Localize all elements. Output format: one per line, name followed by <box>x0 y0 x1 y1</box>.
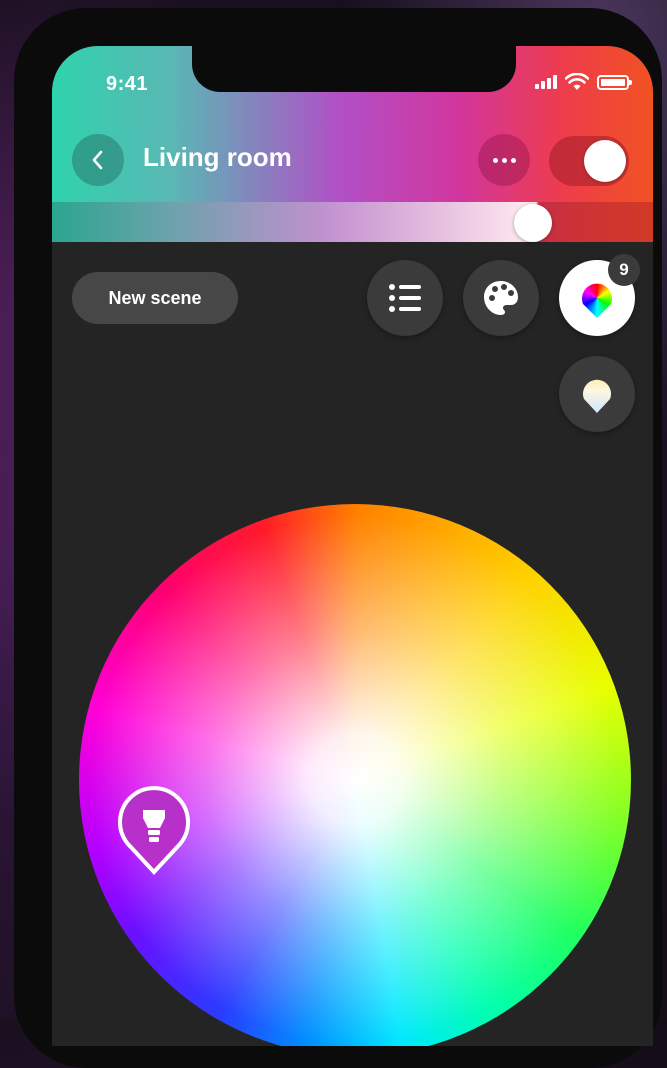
back-button[interactable] <box>72 134 124 186</box>
list-icon <box>389 284 421 312</box>
light-marker[interactable] <box>116 784 192 876</box>
app-screen: 9:41 Living room New scene 9 <box>52 46 653 1046</box>
more-dot-icon <box>501 157 507 163</box>
chevron-left-icon <box>92 150 103 170</box>
white-ambiance-button[interactable] <box>559 356 635 432</box>
phone-frame: 9:41 Living room New scene 9 <box>14 8 662 1068</box>
more-dot-icon <box>492 157 498 163</box>
more-options-button[interactable] <box>478 134 530 186</box>
battery-icon <box>597 74 632 90</box>
status-icons <box>535 73 632 91</box>
wifi-icon <box>565 73 589 90</box>
room-power-toggle[interactable] <box>549 136 629 186</box>
brightness-slider[interactable] <box>52 202 653 242</box>
color-count-badge: 9 <box>608 254 640 286</box>
white-drop-icon <box>581 375 613 413</box>
more-dot-icon <box>510 157 516 163</box>
new-scene-button[interactable]: New scene <box>72 272 238 324</box>
brightness-slider-knob[interactable] <box>514 204 552 242</box>
palette-button[interactable] <box>463 260 539 336</box>
status-time: 9:41 <box>106 73 149 95</box>
toggle-knob <box>584 140 626 182</box>
color-drop-icon <box>580 278 614 318</box>
color-wheel[interactable] <box>79 504 631 1046</box>
palette-icon <box>484 281 518 315</box>
scene-list-button[interactable] <box>367 260 443 336</box>
room-title: Living room <box>143 142 292 172</box>
signal-icon <box>535 75 557 89</box>
phone-notch <box>192 46 516 92</box>
